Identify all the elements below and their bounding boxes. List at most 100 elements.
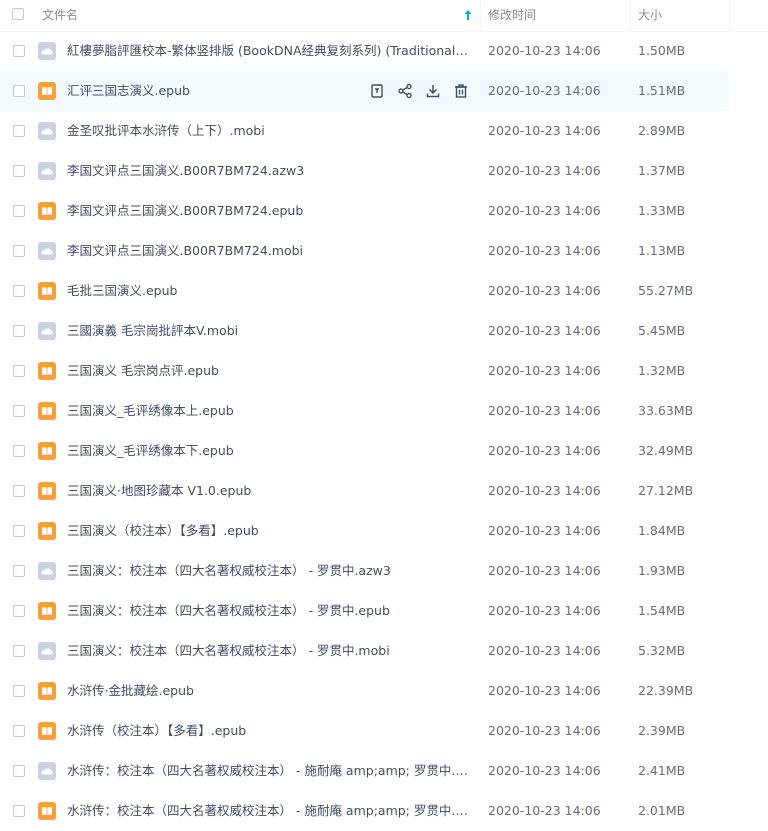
file-row[interactable]: 毛批三国演义.epub 2020-10-23 14:06 55.27MB [0, 271, 729, 311]
delete-icon[interactable] [452, 82, 470, 100]
column-divider[interactable] [729, 0, 730, 31]
file-row[interactable]: 水浒传：校注本（四大名著权威校注本） - 施耐庵 amp;amp; 罗贯中.az… [0, 751, 729, 791]
file-name[interactable]: 三国演义：校注本（四大名著权威校注本） - 罗贯中.azw3 [67, 551, 472, 591]
file-modified-date: 2020-10-23 14:06 [488, 523, 601, 538]
file-modified-date: 2020-10-23 14:06 [488, 443, 601, 458]
download-icon[interactable] [424, 82, 442, 100]
row-checkbox[interactable] [13, 445, 25, 457]
row-checkbox[interactable] [13, 245, 25, 257]
file-modified-date: 2020-10-23 14:06 [488, 683, 601, 698]
file-name[interactable]: 水浒传（校注本）【多看】.epub [67, 711, 472, 751]
file-row[interactable]: 三国演义_毛评绣像本上.epub 2020-10-23 14:06 33.63MB [0, 391, 729, 431]
file-size: 2.41MB [638, 763, 686, 778]
file-row[interactable]: 三国演义：校注本（四大名著权威校注本） - 罗贯中.azw3 2020-10-23… [0, 551, 729, 591]
file-row[interactable]: 水浒传·金批藏绘.epub 2020-10-23 14:06 22.39MB [0, 671, 729, 711]
row-checkbox[interactable] [13, 645, 25, 657]
file-size: 32.49MB [638, 443, 694, 458]
file-name[interactable]: 李国文评点三国演义.B00R7BM724.mobi [67, 231, 472, 271]
row-checkbox[interactable] [13, 725, 25, 737]
share-icon[interactable] [396, 82, 414, 100]
file-row[interactable]: 水浒传（校注本）【多看】.epub 2020-10-23 14:06 2.39MB [0, 711, 729, 751]
file-size: 1.93MB [638, 563, 686, 578]
row-checkbox[interactable] [13, 325, 25, 337]
file-modified-date: 2020-10-23 14:06 [488, 643, 601, 658]
row-checkbox[interactable] [13, 685, 25, 697]
file-row[interactable]: 三国演义_毛评绣像本下.epub 2020-10-23 14:06 32.49MB [0, 431, 729, 471]
file-row[interactable]: 三国演义·地图珍藏本 V1.0.epub 2020-10-23 14:06 27.1… [0, 471, 729, 511]
epub-book-icon [38, 442, 56, 460]
select-all-checkbox[interactable] [12, 8, 24, 20]
file-row[interactable]: 三国演义 毛宗岗点评.epub 2020-10-23 14:06 1.32MB [0, 351, 729, 391]
file-name[interactable]: 三国演义_毛评绣像本下.epub [67, 431, 472, 471]
file-row[interactable]: 李国文评点三国演义.B00R7BM724.epub 2020-10-23 14:0… [0, 191, 729, 231]
file-name[interactable]: 三国演义_毛评绣像本上.epub [67, 391, 472, 431]
epub-book-icon [38, 402, 56, 420]
file-size: 22.39MB [638, 683, 694, 698]
file-name[interactable]: 水浒传：校注本（四大名著权威校注本） - 施耐庵 amp;amp; 罗贯中.az… [67, 751, 472, 791]
row-checkbox[interactable] [13, 125, 25, 137]
file-name[interactable]: 三國演義 毛宗崗批評本V.mobi [67, 311, 472, 351]
file-size: 1.37MB [638, 163, 686, 178]
file-row[interactable]: 紅樓夢脂評匯校本-繁体竖排版 (BookDNA经典复刻系列) (Traditio… [0, 31, 729, 71]
file-modified-date: 2020-10-23 14:06 [488, 763, 601, 778]
column-header-size[interactable]: 大小 [638, 0, 662, 31]
sort-ascending-icon[interactable] [463, 9, 473, 21]
cloud-doc-icon [38, 42, 56, 60]
file-name[interactable]: 三国演义（校注本）【多看】.epub [67, 511, 472, 551]
epub-book-icon [38, 482, 56, 500]
row-checkbox[interactable] [13, 525, 25, 537]
file-modified-date: 2020-10-23 14:06 [488, 163, 601, 178]
file-name[interactable]: 毛批三国演义.epub [67, 271, 472, 311]
file-name[interactable]: 李国文评点三国演义.B00R7BM724.epub [67, 191, 472, 231]
file-modified-date: 2020-10-23 14:06 [488, 83, 601, 98]
file-row[interactable]: 三国演义：校注本（四大名著权威校注本） - 罗贯中.epub 2020-10-23… [0, 591, 729, 631]
file-name[interactable]: 水浒传·金批藏绘.epub [67, 671, 472, 711]
row-checkbox[interactable] [13, 45, 25, 57]
file-size: 2.39MB [638, 723, 686, 738]
column-header-date[interactable]: 修改时间 [488, 0, 536, 31]
file-name[interactable]: 金圣叹批评本水浒传（上下）.mobi [67, 111, 472, 151]
file-name[interactable]: 三国演义·地图珍藏本 V1.0.epub [67, 471, 472, 511]
file-name[interactable]: 三国演义：校注本（四大名著权威校注本） - 罗贯中.mobi [67, 631, 472, 671]
row-checkbox[interactable] [13, 765, 25, 777]
row-checkbox[interactable] [13, 85, 25, 97]
row-checkbox[interactable] [13, 205, 25, 217]
row-checkbox[interactable] [13, 565, 25, 577]
row-checkbox[interactable] [13, 285, 25, 297]
cloud-doc-icon [38, 562, 56, 580]
file-modified-date: 2020-10-23 14:06 [488, 203, 601, 218]
column-divider[interactable] [630, 0, 631, 31]
row-checkbox[interactable] [13, 405, 25, 417]
row-checkbox[interactable] [13, 365, 25, 377]
file-name[interactable]: 水浒传：校注本（四大名著权威校注本） - 施耐庵 amp;amp; 罗贯中.ep… [67, 791, 472, 831]
file-row[interactable]: 金圣叹批评本水浒传（上下）.mobi 2020-10-23 14:06 2.89MB [0, 111, 729, 151]
move-icon[interactable] [368, 82, 386, 100]
file-modified-date: 2020-10-23 14:06 [488, 803, 601, 818]
file-size: 1.13MB [638, 243, 686, 258]
row-checkbox[interactable] [13, 165, 25, 177]
file-name[interactable]: 紅樓夢脂評匯校本-繁体竖排版 (BookDNA经典复刻系列) (Traditio… [67, 31, 472, 71]
file-modified-date: 2020-10-23 14:06 [488, 283, 601, 298]
epub-book-icon [38, 802, 56, 820]
file-row[interactable]: 汇评三国志演义.epub 2020-10-23 14:06 1.51MB [0, 71, 729, 111]
file-name[interactable]: 三国演义 毛宗岗点评.epub [67, 351, 472, 391]
epub-book-icon [38, 282, 56, 300]
file-name[interactable]: 李国文评点三国演义.B00R7BM724.azw3 [67, 151, 472, 191]
row-checkbox[interactable] [13, 805, 25, 817]
epub-book-icon [38, 722, 56, 740]
file-modified-date: 2020-10-23 14:06 [488, 723, 601, 738]
file-row[interactable]: 三國演義 毛宗崗批評本V.mobi 2020-10-23 14:06 5.45MB [0, 311, 729, 351]
file-modified-date: 2020-10-23 14:06 [488, 563, 601, 578]
file-name[interactable]: 三国演义：校注本（四大名著权威校注本） - 罗贯中.epub [67, 591, 472, 631]
row-checkbox[interactable] [13, 605, 25, 617]
file-size: 1.51MB [638, 83, 686, 98]
file-row[interactable]: 三国演义：校注本（四大名著权威校注本） - 罗贯中.mobi 2020-10-23… [0, 631, 729, 671]
file-row[interactable]: 李国文评点三国演义.B00R7BM724.mobi 2020-10-23 14:0… [0, 231, 729, 271]
file-size: 1.32MB [638, 363, 686, 378]
column-header-name[interactable]: 文件名 [42, 0, 78, 31]
file-row[interactable]: 三国演义（校注本）【多看】.epub 2020-10-23 14:06 1.84MB [0, 511, 729, 551]
column-divider[interactable] [480, 0, 481, 31]
file-row[interactable]: 李国文评点三国演义.B00R7BM724.azw3 2020-10-23 14:0… [0, 151, 729, 191]
file-row[interactable]: 水浒传：校注本（四大名著权威校注本） - 施耐庵 amp;amp; 罗贯中.ep… [0, 791, 729, 831]
row-checkbox[interactable] [13, 485, 25, 497]
